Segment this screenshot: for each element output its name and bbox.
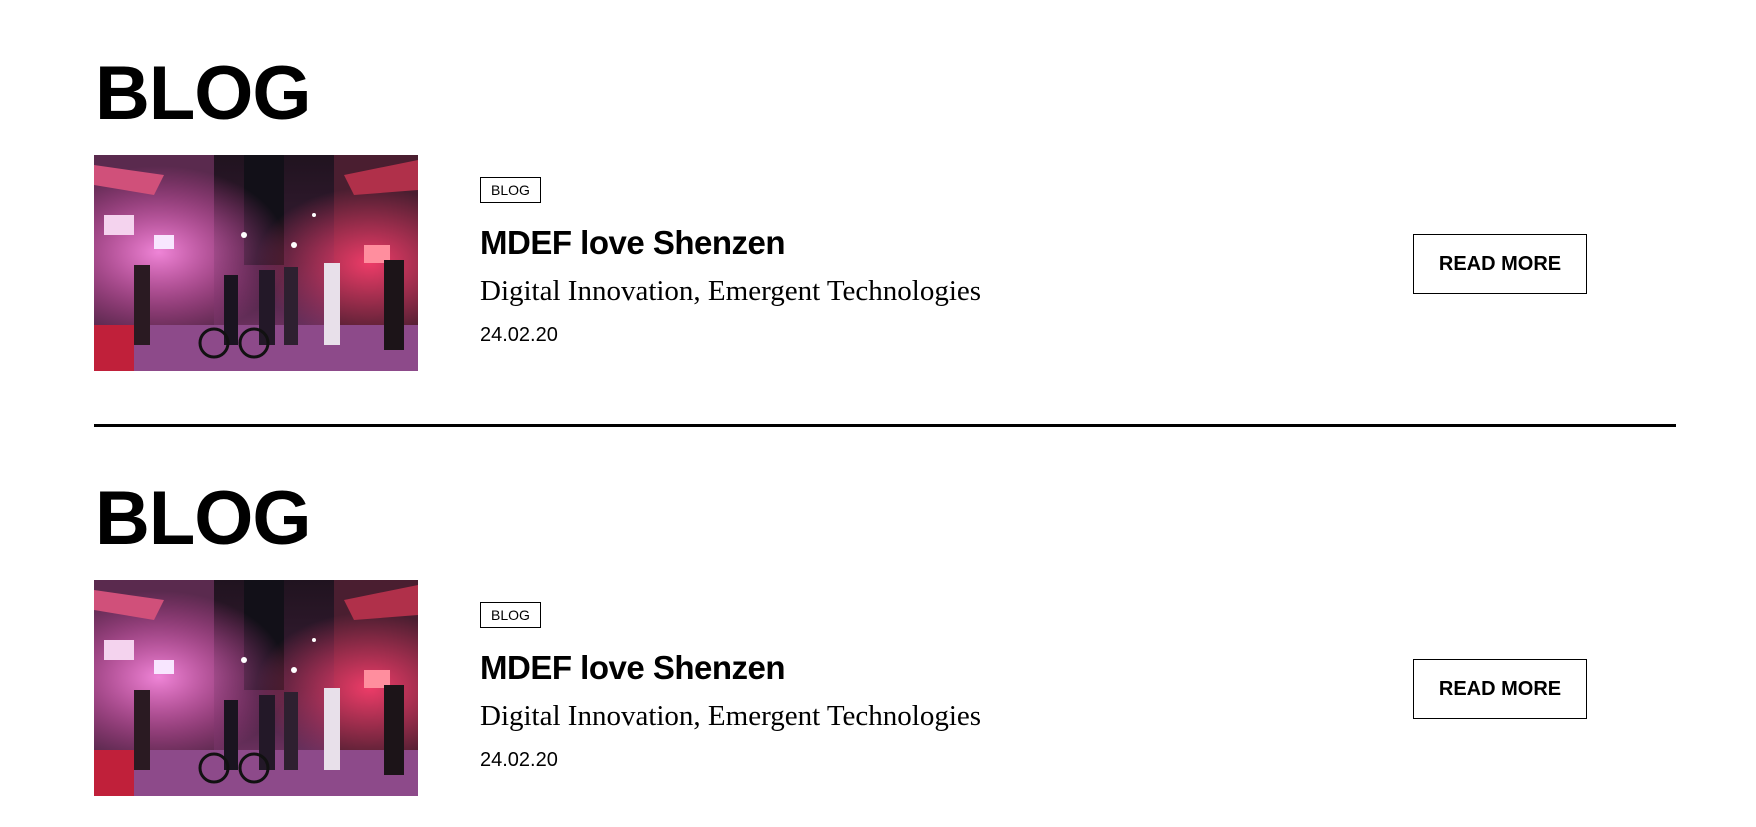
blog-post-card: BLOG MDEF love Shenzen Digital Innovatio… (94, 155, 1676, 371)
post-categories: Digital Innovation, Emergent Technologie… (480, 700, 982, 732)
post-thumbnail[interactable] (94, 155, 418, 371)
section-divider (94, 424, 1676, 427)
read-more-button[interactable]: READ MORE (1413, 659, 1587, 719)
post-title[interactable]: MDEF love Shenzen (480, 223, 786, 263)
post-tag[interactable]: BLOG (480, 602, 541, 628)
post-title[interactable]: MDEF love Shenzen (480, 648, 786, 688)
post-categories: Digital Innovation, Emergent Technologie… (480, 275, 982, 307)
street-photo-image (94, 155, 418, 371)
section-title: BLOG (95, 51, 312, 136)
post-thumbnail[interactable] (94, 580, 418, 796)
post-tag[interactable]: BLOG (480, 177, 541, 203)
street-photo-image (94, 580, 418, 796)
section-title: BLOG (95, 476, 312, 561)
blog-listing-page: BLOG BLOG MDEF love Shenzen Digital Inno… (0, 0, 1756, 827)
blog-post-card: BLOG MDEF love Shenzen Digital Innovatio… (94, 580, 1676, 796)
post-date: 24.02.20 (480, 749, 558, 771)
read-more-button[interactable]: READ MORE (1413, 234, 1587, 294)
post-date: 24.02.20 (480, 324, 558, 346)
